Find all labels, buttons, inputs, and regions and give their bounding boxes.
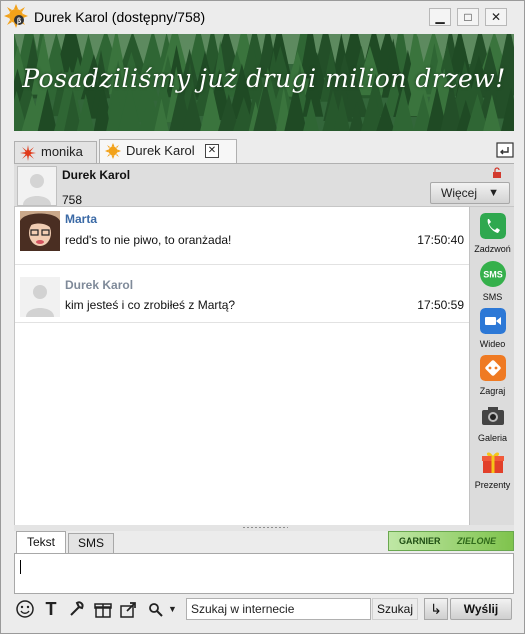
close-tab-button[interactable]: ✕	[205, 144, 219, 158]
search-engine-dropdown[interactable]: ▼	[146, 598, 180, 620]
burst-status-icon	[20, 145, 36, 161]
maximize-icon: □	[464, 10, 472, 24]
action-sidebar: Zadzwoń SMS SMS Wideo Zagraj Galeria Pre…	[469, 207, 514, 525]
message-author[interactable]: Marta	[65, 212, 97, 226]
emoticon-button[interactable]	[14, 598, 36, 620]
detach-window-icon[interactable]	[496, 142, 514, 158]
triangle-down-icon: ▼	[168, 604, 177, 614]
svg-text:SMS: SMS	[483, 270, 503, 280]
magnifier-icon	[149, 603, 163, 617]
gift-icon	[481, 452, 504, 473]
action-label: Prezenty	[474, 480, 511, 490]
message-item: Marta redd's to nie piwo, to oranżada! 1…	[15, 207, 470, 265]
send-button[interactable]: Wyślij	[450, 598, 512, 620]
contact-name: Durek Karol	[62, 168, 131, 182]
action-label: SMS	[482, 292, 503, 302]
message-time: 17:50:40	[417, 233, 464, 247]
lock-icon[interactable]	[492, 167, 502, 178]
contact-avatar[interactable]	[17, 166, 57, 206]
default-avatar-icon	[23, 174, 51, 205]
gadu-gadu-sun-icon[interactable]: β	[4, 4, 28, 28]
play-game-button[interactable]: Zagraj	[470, 355, 515, 396]
sms-button[interactable]: SMS SMS	[470, 261, 515, 302]
contact-number: 758	[62, 193, 83, 207]
tab-label: Tekst	[26, 535, 55, 549]
window-title: Durek Karol (dostępny/758)	[34, 9, 206, 25]
message-input[interactable]	[14, 553, 514, 594]
message-text: redd's to nie piwo, to oranżada!	[65, 233, 232, 247]
minimize-button[interactable]: ▁	[429, 8, 451, 26]
grip-dots-icon	[242, 526, 288, 529]
default-avatar-icon	[20, 277, 60, 317]
gifts-button[interactable]: Prezenty	[470, 449, 515, 490]
action-label: Wideo	[479, 339, 506, 349]
message-author[interactable]: Durek Karol	[65, 278, 133, 292]
sms-icon: SMS	[479, 261, 506, 287]
tab-monika[interactable]: monika	[14, 141, 97, 163]
author-avatar[interactable]	[20, 277, 60, 317]
text-caret	[20, 560, 21, 574]
gift-outline-icon	[94, 603, 112, 618]
smiley-icon	[16, 600, 34, 618]
garnier-ad[interactable]: GARNIER ZIELONE LATO	[388, 531, 514, 564]
message-text: kim jesteś i co zrobiłeś z Martą?	[65, 298, 236, 312]
video-button[interactable]: Wideo	[470, 308, 515, 349]
tab-sms[interactable]: SMS	[68, 533, 114, 553]
more-label: Więcej	[441, 186, 478, 200]
gallery-button[interactable]: Galeria	[470, 402, 515, 443]
web-search-value: Szukaj w internecie	[191, 602, 295, 616]
banner-headline: Posadziliśmy już drugi milion drzew!	[22, 64, 506, 93]
text-format-icon: T	[45, 599, 57, 619]
action-label: Galeria	[477, 433, 507, 443]
action-label: Zadzwoń	[474, 244, 511, 254]
tools-icon	[70, 601, 84, 616]
attach-button[interactable]	[66, 598, 88, 620]
search-button[interactable]: Szukaj	[372, 598, 418, 620]
message-time: 17:50:59	[417, 298, 464, 312]
more-button[interactable]: Więcej ▼	[430, 182, 510, 204]
phone-icon	[479, 213, 506, 239]
video-icon	[479, 308, 506, 334]
send-gift-button[interactable]	[92, 598, 114, 620]
send-button-label: Wyślij	[463, 602, 499, 616]
game-icon	[479, 355, 506, 381]
contact-header: Durek Karol 758 Więcej ▼	[14, 163, 514, 207]
action-label: Zagraj	[479, 386, 506, 396]
tab-label: monika	[41, 144, 83, 159]
bottom-toolbar: T ▼ Szukaj w internecie Szukaj ↳ Wyślij	[14, 596, 514, 622]
search-button-label: Szukaj	[376, 602, 414, 616]
enter-mode-button[interactable]: ↳	[424, 598, 448, 620]
camera-icon	[481, 407, 504, 425]
svg-text:β: β	[17, 18, 22, 25]
triangle-down-icon: ▼	[488, 187, 499, 199]
banner-ad[interactable]: Posadziliśmy już drugi milion drzew!	[14, 34, 514, 131]
tab-label: SMS	[77, 536, 104, 550]
title-bar: β Durek Karol (dostępny/758) ▁ □ ✕	[1, 1, 524, 33]
sun-status-icon	[105, 143, 121, 159]
web-search-input[interactable]: Szukaj w internecie	[186, 598, 371, 620]
message-history[interactable]: Marta redd's to nie piwo, to oranżada! 1…	[14, 207, 470, 525]
maximize-button[interactable]: □	[457, 8, 479, 26]
share-icon	[120, 602, 136, 618]
ad-brand: GARNIER	[399, 536, 441, 546]
tab-durek-karol[interactable]: Durek Karol ✕	[99, 139, 237, 163]
conversation-tabs: monika Durek Karol ✕	[14, 139, 514, 163]
text-format-button[interactable]: T	[40, 598, 62, 620]
chat-window: β Durek Karol (dostępny/758) ▁ □ ✕ Posad…	[0, 0, 525, 634]
close-icon: ✕	[207, 145, 217, 156]
author-avatar[interactable]	[20, 211, 60, 251]
share-button[interactable]	[118, 598, 140, 620]
tab-label: Durek Karol	[126, 143, 195, 158]
call-button[interactable]: Zadzwoń	[470, 213, 515, 254]
enter-arrow-icon: ↳	[430, 601, 442, 617]
minimize-icon: ▁	[435, 10, 445, 24]
tab-text[interactable]: Tekst	[16, 531, 66, 553]
message-item: Durek Karol kim jesteś i co zrobiłeś z M…	[15, 265, 470, 323]
close-button[interactable]: ✕	[485, 8, 507, 26]
close-icon: ✕	[490, 10, 502, 24]
marta-photo-avatar	[20, 211, 60, 251]
